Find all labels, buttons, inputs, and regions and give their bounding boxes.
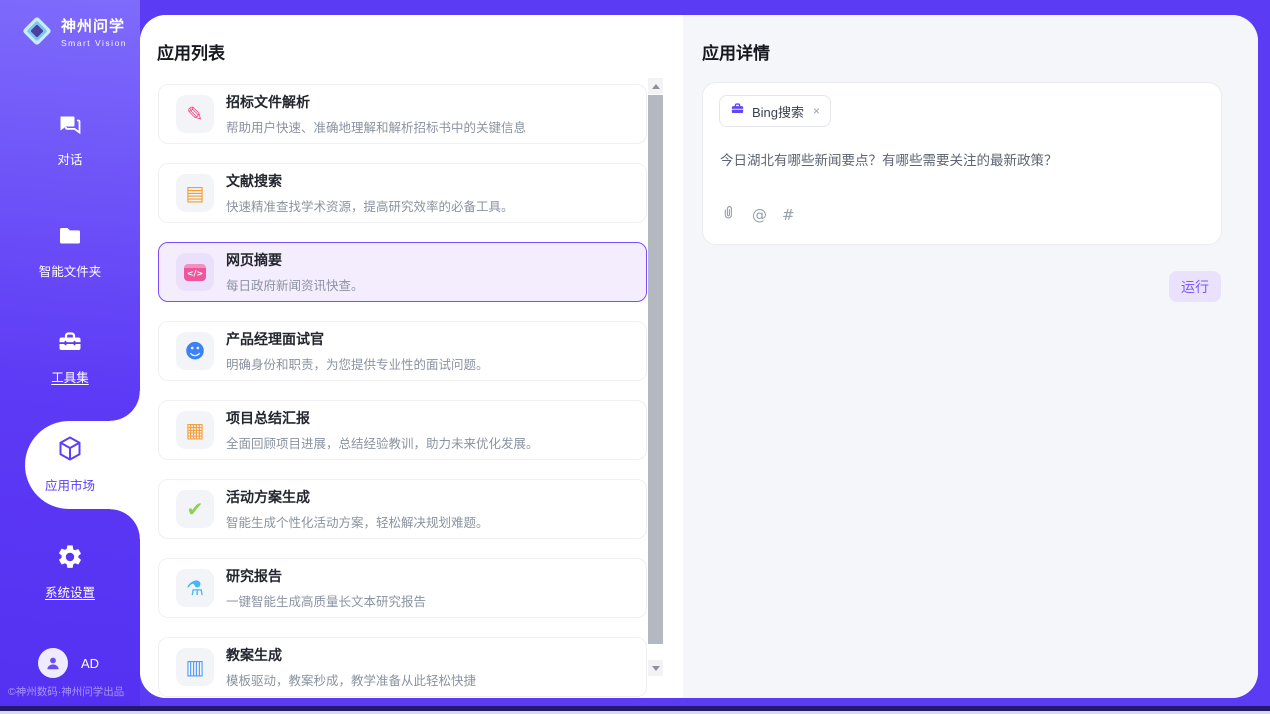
app-card-title: 产品经理面试官: [226, 331, 324, 347]
scrollbar-down-button[interactable]: [648, 660, 663, 676]
sidebar-item-label: 系统设置: [0, 582, 140, 601]
triangle-up-icon: [652, 84, 660, 89]
app-card-description: 帮助用户快速、准确地理解和解析招标书中的关键信息: [226, 117, 526, 136]
briefcase-icon: [730, 101, 745, 121]
app-card[interactable]: ✔ 活动方案生成 智能生成个性化活动方案，轻松解决规划难题。: [158, 479, 647, 539]
avatar: [38, 648, 68, 678]
scrollbar-thumb[interactable]: [648, 95, 663, 644]
app-card-title: 网页摘要: [226, 252, 282, 268]
sidebar-item-toolset[interactable]: 工具集: [0, 328, 140, 386]
app-icon-tile: ✎: [176, 95, 214, 133]
app-card-title: 项目总结汇报: [226, 410, 310, 426]
microscope-icon: ⚗: [186, 578, 204, 598]
app-icon-tile: ▤: [176, 174, 214, 212]
app-card[interactable]: ▤ 文献搜索 快速精准查找学术资源，提高研究效率的必备工具。: [158, 163, 647, 223]
webpage-code-icon: </>: [184, 264, 206, 281]
app-card-description: 明确身份和职责，为您提供专业性的面试问题。: [226, 354, 489, 373]
app-icon-tile: ☻: [176, 332, 214, 370]
sidebar-item-label: 应用市场: [0, 475, 140, 494]
book-icon: ▤: [186, 183, 205, 203]
run-button[interactable]: 运行: [1169, 271, 1221, 302]
brand-subtitle: Smart Vision: [61, 39, 127, 48]
app-detail-title: 应用详情: [702, 39, 770, 64]
app-card[interactable]: ▦ 项目总结汇报 全面回顾项目进展，总结经验教训，助力未来优化发展。: [158, 400, 647, 460]
app-card-title: 研究报告: [226, 568, 282, 584]
brand-logo: 神州问学 Smart Vision: [20, 14, 127, 53]
app-icon-tile: ✔: [176, 490, 214, 528]
app-list-title: 应用列表: [157, 39, 225, 64]
app-card[interactable]: </> 网页摘要 每日政府新闻资讯快查。: [158, 242, 647, 302]
app-card[interactable]: ✎ 招标文件解析 帮助用户快速、准确地理解和解析招标书中的关键信息: [158, 84, 647, 144]
app-card[interactable]: ☻ 产品经理面试官 明确身份和职责，为您提供专业性的面试问题。: [158, 321, 647, 381]
app-card-description: 模板驱动，教案秒成，教学准备从此轻松快捷: [226, 670, 476, 689]
attachment-toolbar: @ #: [720, 203, 795, 227]
gear-icon: [56, 543, 84, 576]
app-card-description: 智能生成个性化活动方案，轻松解决规划难题。: [226, 512, 489, 531]
paperclip-icon[interactable]: [720, 203, 737, 227]
toolbox-icon: [56, 328, 84, 361]
copyright-footer: ©神州数码·神州问学出品: [8, 684, 140, 699]
app-card[interactable]: ⚗ 研究报告 一键智能生成高质量长文本研究报告: [158, 558, 647, 618]
sidebar-item-settings[interactable]: 系统设置: [0, 543, 140, 601]
app-detail-panel: 应用详情 Bing搜索 × 今日湖北有哪些新闻要点？有哪些需要关注的最新政策？: [683, 15, 1258, 698]
edit-document-icon: ✎: [187, 104, 204, 124]
prompt-input[interactable]: 今日湖北有哪些新闻要点？有哪些需要关注的最新政策？: [720, 149, 1200, 169]
clipboard-check-icon: ✔: [187, 499, 204, 519]
app-card-description: 全面回顾项目进展，总结经验教训，助力未来优化发展。: [226, 433, 539, 452]
tool-chip-bing-search[interactable]: Bing搜索 ×: [719, 95, 831, 127]
notepad-icon: ▦: [186, 420, 205, 440]
tool-chip-label: Bing搜索: [752, 102, 804, 121]
chat-icon: [56, 110, 84, 143]
hashtag-icon[interactable]: #: [782, 206, 795, 224]
app-card-title: 招标文件解析: [226, 94, 310, 110]
user-name: AD: [81, 656, 99, 671]
folder-icon: [56, 222, 84, 255]
sidebar-item-label: 对话: [0, 149, 140, 168]
cube-icon: [55, 434, 85, 469]
app-card-title: 教案生成: [226, 647, 282, 663]
brand-name: 神州问学: [61, 19, 127, 36]
app-card-list: ✎ 招标文件解析 帮助用户快速、准确地理解和解析招标书中的关键信息 ▤ 文献搜索…: [158, 84, 647, 697]
app-card[interactable]: ▥ 教案生成 模板驱动，教案秒成，教学准备从此轻松快捷: [158, 637, 647, 697]
scrollbar-up-button[interactable]: [648, 78, 663, 94]
sidebar-item-chat[interactable]: 对话: [0, 110, 140, 168]
mention-icon[interactable]: @: [752, 206, 767, 224]
triangle-down-icon: [652, 666, 660, 671]
prompt-card: Bing搜索 × 今日湖北有哪些新闻要点？有哪些需要关注的最新政策？ @ #: [702, 82, 1222, 245]
books-icon: ▥: [186, 657, 205, 677]
app-icon-tile: </>: [176, 253, 214, 291]
interviewer-icon: ☻: [185, 341, 206, 361]
sidebar-item-smart-folder[interactable]: 智能文件夹: [0, 222, 140, 280]
sidebar-item-label: 工具集: [0, 367, 140, 386]
app-icon-tile: ▦: [176, 411, 214, 449]
app-card-description: 一键智能生成高质量长文本研究报告: [226, 591, 426, 610]
sidebar: 神州问学 Smart Vision 对话 智能文件夹: [0, 0, 140, 711]
sidebar-item-label: 智能文件夹: [0, 261, 140, 280]
close-icon[interactable]: ×: [813, 104, 820, 118]
app-list-panel: 应用列表 ✎ 招标文件解析 帮助用户快速、准确地理解和解析招标书中的关键信息 ▤…: [140, 15, 683, 698]
main-content: 应用列表 ✎ 招标文件解析 帮助用户快速、准确地理解和解析招标书中的关键信息 ▤…: [140, 15, 1258, 698]
app-card-description: 快速精准查找学术资源，提高研究效率的必备工具。: [226, 196, 514, 215]
sidebar-item-app-market[interactable]: 应用市场: [0, 434, 140, 494]
app-card-description: 每日政府新闻资讯快查。: [226, 275, 364, 294]
user-account[interactable]: AD: [38, 648, 99, 678]
app-card-title: 活动方案生成: [226, 489, 310, 505]
app-card-title: 文献搜索: [226, 173, 282, 189]
app-icon-tile: ⚗: [176, 569, 214, 607]
app-icon-tile: ▥: [176, 648, 214, 686]
brand-diamond-icon: [20, 14, 54, 53]
